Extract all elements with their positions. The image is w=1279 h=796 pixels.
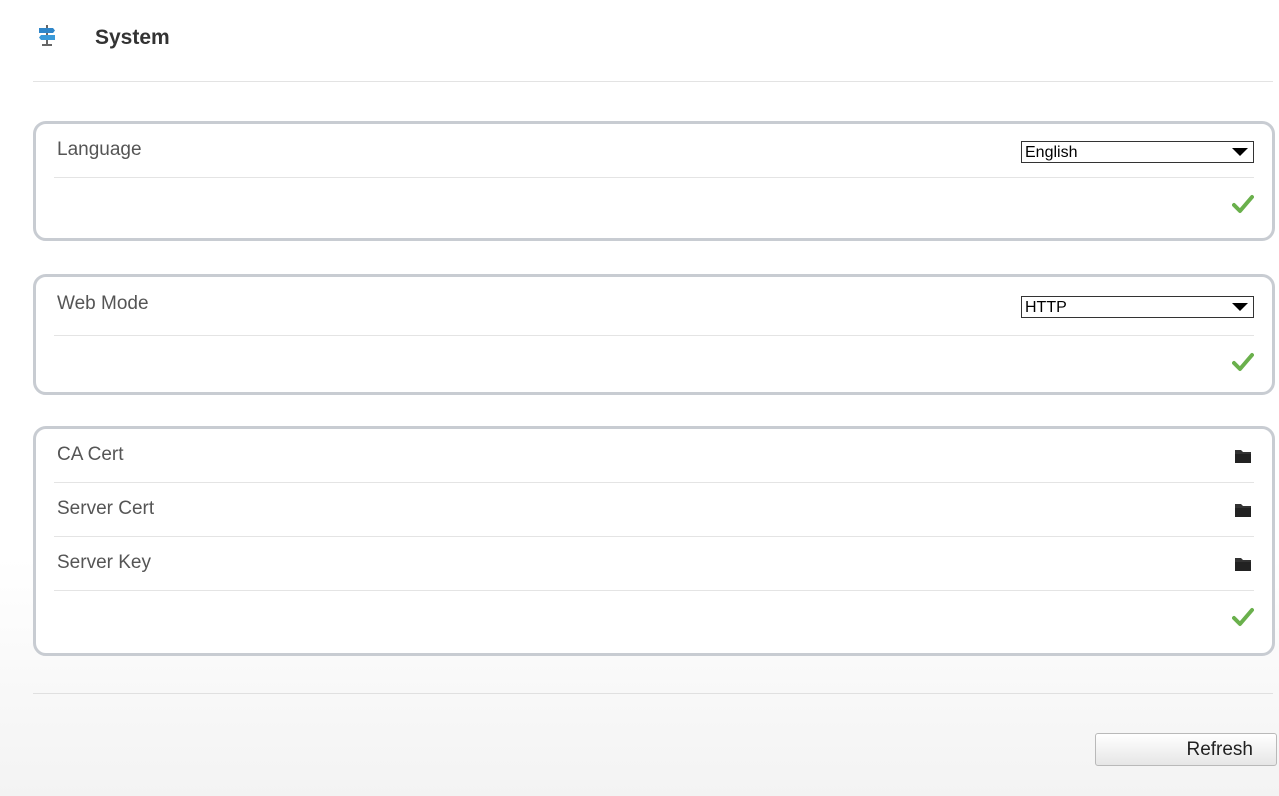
certificates-panel: CA Cert Server Cert Server Key xyxy=(33,426,1275,656)
signpost-icon xyxy=(39,25,55,46)
refresh-button[interactable]: Refresh xyxy=(1095,733,1277,766)
server-key-label: Server Key xyxy=(57,552,151,573)
server-key-row: Server Key xyxy=(54,537,1254,591)
server-key-folder-icon[interactable] xyxy=(1234,555,1252,572)
language-select[interactable]: English xyxy=(1021,141,1254,163)
language-label: Language xyxy=(57,139,142,160)
language-panel: Language English xyxy=(33,121,1275,241)
web-mode-apply-checkmark-icon[interactable] xyxy=(1232,352,1254,372)
web-mode-select-value: HTTP xyxy=(1025,299,1067,316)
language-select-value: English xyxy=(1025,144,1078,161)
page-title: System xyxy=(95,26,170,49)
server-cert-label: Server Cert xyxy=(57,498,155,519)
language-action-row xyxy=(54,178,1254,230)
footer-divider xyxy=(33,693,1273,694)
page-header: System xyxy=(33,20,1273,82)
cert-action-row xyxy=(54,591,1254,643)
ca-cert-row: CA Cert xyxy=(54,429,1254,483)
web-mode-select[interactable]: HTTP xyxy=(1021,296,1254,318)
server-cert-row: Server Cert xyxy=(54,483,1254,537)
web-mode-action-row xyxy=(54,336,1254,388)
language-apply-checkmark-icon[interactable] xyxy=(1232,194,1254,214)
system-settings-page: System Language English Web Mode HTTP CA… xyxy=(0,0,1279,796)
web-mode-panel: Web Mode HTTP xyxy=(33,274,1275,395)
web-mode-label: Web Mode xyxy=(57,293,149,314)
ca-cert-label: CA Cert xyxy=(57,444,124,465)
cert-apply-checkmark-icon[interactable] xyxy=(1232,607,1254,627)
server-cert-folder-icon[interactable] xyxy=(1234,501,1252,518)
chevron-down-icon xyxy=(1232,303,1248,311)
ca-cert-folder-icon[interactable] xyxy=(1234,447,1252,464)
chevron-down-icon xyxy=(1232,148,1248,156)
web-mode-row: Web Mode HTTP xyxy=(54,277,1254,336)
language-row: Language English xyxy=(54,124,1254,178)
